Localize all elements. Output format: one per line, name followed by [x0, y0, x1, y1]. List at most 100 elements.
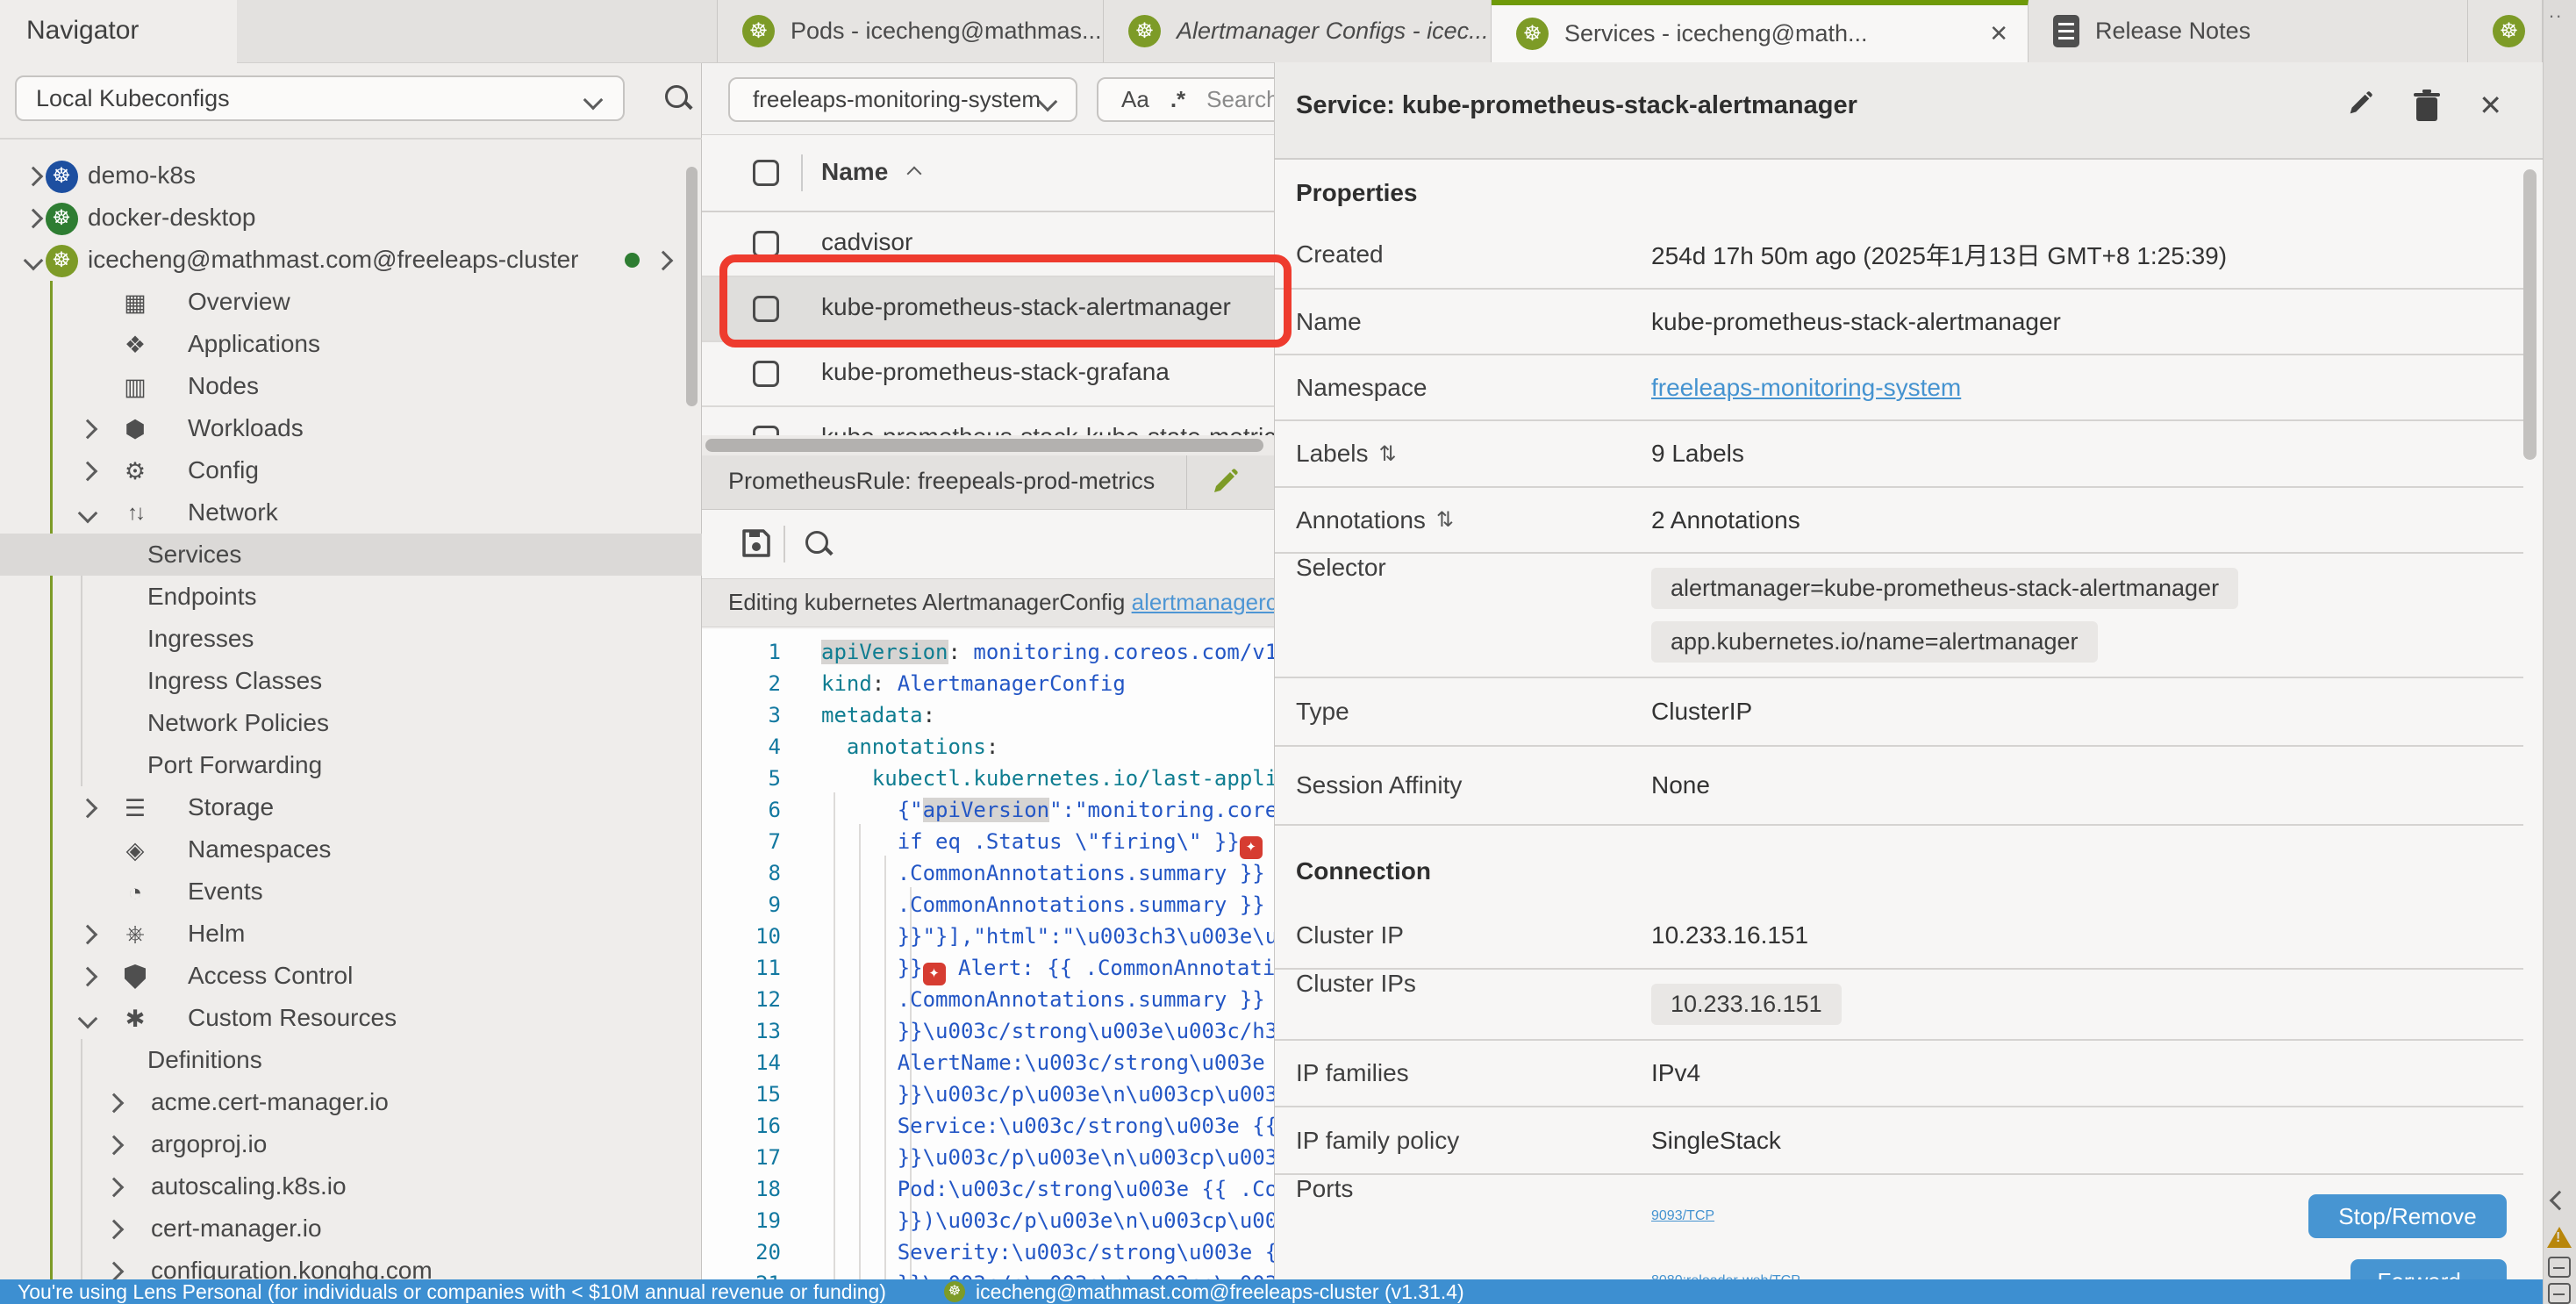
sort-toggle-icon[interactable]: ⇅: [1436, 507, 1454, 533]
prometheus-rule-bar: PrometheusRule: freepeals-prod-metrics: [702, 455, 1274, 510]
sidebar-item-definitions[interactable]: Definitions: [0, 1039, 702, 1081]
panel-toggle-icon[interactable]: [2548, 1257, 2571, 1278]
sidebar-item-docker-desktop[interactable]: ☸docker-desktop: [0, 197, 702, 239]
match-case-icon[interactable]: Aa: [1121, 86, 1149, 113]
sidebar-item-custom-resources[interactable]: ✱Custom Resources: [0, 997, 702, 1039]
service-detail-panel: Service: kube-prometheus-stack-alertmana…: [1274, 62, 2543, 1279]
scrollbar-thumb[interactable]: [705, 439, 1263, 452]
sidebar-item-ingress-classes[interactable]: Ingress Classes: [0, 660, 702, 702]
edit-pencil-icon[interactable]: [1209, 468, 1239, 498]
tab-services-icecheng-math-[interactable]: ☸Services - icecheng@math...✕: [1492, 0, 2029, 62]
search-input[interactable]: Aa .* Search: [1097, 77, 1274, 122]
search-icon[interactable]: [804, 529, 834, 559]
line-number: 20: [702, 1236, 781, 1268]
detail-row-label: Labels⇅: [1275, 440, 1651, 468]
trash-icon[interactable]: [2414, 90, 2440, 121]
chevron-right-icon[interactable]: [104, 1136, 125, 1156]
chevron-right-icon[interactable]: [78, 925, 98, 945]
close-icon[interactable]: ✕: [2479, 89, 2502, 122]
sidebar-item-cert-manager-io[interactable]: cert-manager.io: [0, 1207, 702, 1250]
search-icon[interactable]: [663, 83, 693, 113]
sidebar-item-access-control[interactable]: Access Control: [0, 955, 702, 997]
namespace-dropdown[interactable]: freeleaps-monitoring-system: [728, 77, 1077, 122]
table-row-kube-prometheus-stack-alertmanager[interactable]: kube-prometheus-stack-alertmanager: [702, 277, 1274, 342]
chevron-right-icon[interactable]: [104, 1178, 125, 1198]
port-forward-button[interactable]: Stop/Remove: [2308, 1194, 2507, 1238]
chevron-right-icon[interactable]: [78, 799, 98, 819]
sidebar-scrollbar[interactable]: [686, 167, 698, 406]
sidebar-item-network-policies[interactable]: Network Policies: [0, 702, 702, 744]
save-icon[interactable]: [741, 527, 772, 563]
chevron-right-icon[interactable]: [104, 1220, 125, 1240]
row-checkbox[interactable]: [753, 361, 779, 387]
chevron-right-icon[interactable]: [78, 419, 98, 440]
code-segment: }}\u003c/p\u003e\n\u003cp\u003e\: [821, 1272, 1274, 1279]
sidebar-item-config[interactable]: ⚙Config: [0, 449, 702, 491]
sidebar-item-endpoints[interactable]: Endpoints: [0, 576, 702, 618]
row-checkbox[interactable]: [753, 231, 779, 257]
chevron-right-icon[interactable]: [78, 967, 98, 987]
namespace-link[interactable]: freeleaps-monitoring-system: [1651, 374, 1961, 402]
code-text: .CommonAnnotations.summary }} {{: [821, 857, 1274, 889]
chevron-right-icon[interactable]: [78, 462, 98, 482]
sidebar-item-network[interactable]: ↑↓Network: [0, 491, 702, 534]
panel-scrollbar[interactable]: [2523, 169, 2537, 460]
chevron-right-icon[interactable]: [24, 209, 44, 229]
sidebar-item-helm[interactable]: ⎈Helm: [0, 913, 702, 955]
sidebar-item-storage[interactable]: ☰Storage: [0, 786, 702, 828]
sidebar-item-autoscaling-k8s-io[interactable]: autoscaling.k8s.io: [0, 1165, 702, 1207]
sidebar-item-demo-k8s[interactable]: ☸demo-k8s: [0, 154, 702, 197]
detail-row-type: TypeClusterIP: [1275, 678, 2523, 747]
tab-release-notes[interactable]: Release Notes: [2029, 0, 2468, 62]
tab-partial[interactable]: ☸: [2468, 0, 2543, 62]
code-segment: annotations: [847, 734, 986, 759]
panel-toggle-icon[interactable]: [2548, 1283, 2571, 1304]
line-number: 14: [702, 1047, 781, 1078]
sidebar-item-workloads[interactable]: ⬢Workloads: [0, 407, 702, 449]
nodes-icon: ▥: [119, 371, 151, 403]
active-cluster-text[interactable]: icecheng@mathmast.com@freeleaps-cluster …: [976, 1280, 1464, 1304]
column-header-name[interactable]: Name: [821, 158, 888, 186]
row-checkbox[interactable]: [753, 296, 779, 322]
port-link[interactable]: 8080:reloader-web/TCP: [1651, 1273, 1800, 1279]
sidebar-item-applications[interactable]: ❖Applications: [0, 323, 702, 365]
sidebar-item-label: Custom Resources: [188, 1004, 397, 1032]
regex-icon[interactable]: .*: [1170, 86, 1185, 113]
sidebar-item-overview[interactable]: ▦Overview: [0, 281, 702, 323]
port-link[interactable]: 9093/TCP: [1651, 1208, 1714, 1224]
sidebar-item-namespaces[interactable]: ◈Namespaces: [0, 828, 702, 871]
table-row-kube-prometheus-stack-grafana[interactable]: kube-prometheus-stack-grafana: [702, 342, 1274, 407]
kubernetes-icon: ☸: [46, 245, 78, 277]
sidebar-item-acme-cert-manager-io[interactable]: acme.cert-manager.io: [0, 1081, 702, 1123]
chevron-down-icon[interactable]: [78, 504, 98, 524]
select-all-checkbox[interactable]: [753, 160, 779, 186]
chevron-right-icon[interactable]: [104, 1093, 125, 1114]
chevron-right-icon[interactable]: [654, 251, 674, 271]
sidebar-item-nodes[interactable]: ▥Nodes: [0, 365, 702, 407]
chevron-down-icon[interactable]: [24, 251, 44, 271]
sidebar-item-icecheng-mathmast-com-freeleaps-cluster[interactable]: ☸icecheng@mathmast.com@freeleaps-cluster: [0, 239, 702, 281]
sort-toggle-icon[interactable]: ⇅: [1379, 441, 1397, 467]
tab-pods-icecheng-mathmas-[interactable]: ☸Pods - icecheng@mathmas...: [718, 0, 1104, 62]
sidebar-item-events[interactable]: ◔Events: [0, 871, 702, 913]
edit-pencil-icon[interactable]: [2345, 90, 2375, 120]
sidebar-item-services[interactable]: Services: [0, 534, 702, 576]
sidebar-item-port-forwarding[interactable]: Port Forwarding: [0, 744, 702, 786]
chevron-down-icon[interactable]: [78, 1009, 98, 1029]
chevron-right-icon[interactable]: [24, 167, 44, 187]
tab-alertmanager-configs-icec-[interactable]: ☸Alertmanager Configs - icec...: [1104, 0, 1492, 62]
yaml-editor[interactable]: 1apiVersion: monitoring.coreos.com/v12ki…: [702, 629, 1274, 1279]
detail-row-label: Created: [1275, 240, 1651, 269]
sort-asc-icon[interactable]: [907, 167, 922, 182]
chevron-right-icon[interactable]: [104, 1262, 125, 1282]
warning-icon[interactable]: [2547, 1227, 2572, 1248]
close-icon[interactable]: ✕: [1989, 20, 2008, 47]
chevron-left-icon[interactable]: [2550, 1191, 2570, 1211]
horizontal-scrollbar[interactable]: [702, 435, 1274, 455]
table-row-cadvisor[interactable]: cadvisor: [702, 212, 1274, 277]
sidebar-item-argoproj-io[interactable]: argoproj.io: [0, 1123, 702, 1165]
kubeconfig-dropdown[interactable]: Local Kubeconfigs: [15, 75, 625, 121]
port-forward-button[interactable]: Forward...: [2351, 1259, 2507, 1279]
sidebar-item-ingresses[interactable]: Ingresses: [0, 618, 702, 660]
breadcrumb-link[interactable]: alertmanagerconfig: [1132, 589, 1274, 615]
